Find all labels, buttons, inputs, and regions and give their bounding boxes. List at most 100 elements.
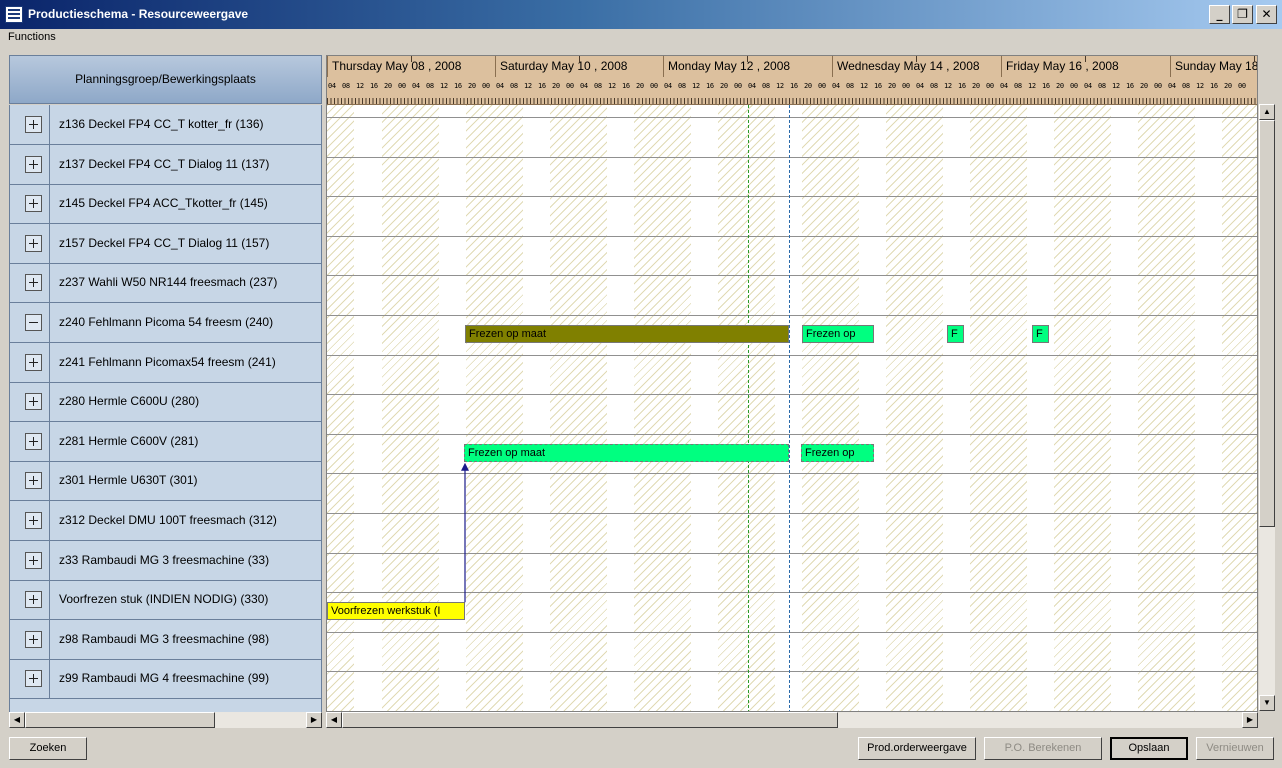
menu-functions[interactable]: Functions — [8, 31, 56, 43]
list-item[interactable]: z137 Deckel FP4 CC_T Dialog 11 (137) — [10, 144, 321, 185]
resource-label: z301 Hermle U630T (301) — [59, 473, 198, 488]
expander-cell — [10, 461, 50, 501]
close-button[interactable]: ✕ — [1256, 5, 1277, 24]
hour-label: 04 — [328, 82, 336, 90]
vertical-scrollbar[interactable]: ▲ ▼ — [1259, 104, 1275, 711]
expand-icon[interactable] — [25, 155, 42, 173]
gantt-body: Frezen op maat Frezen op F F Frezen op maat F… — [327, 105, 1257, 711]
expander-cell — [10, 501, 50, 540]
resource-label: z98 Rambaudi MG 3 freesmachine (98) — [59, 631, 270, 646]
list-item[interactable]: z157 Deckel FP4 CC_T Dialog 11 (157) — [10, 223, 321, 264]
scroll-left-icon[interactable]: ◀ — [326, 712, 342, 728]
expand-icon[interactable] — [25, 234, 42, 252]
day-label: Friday May 16 , 2008 — [1001, 56, 1119, 77]
left-scroll-thumb[interactable] — [25, 712, 215, 728]
list-item[interactable]: z280 Hermle C600U (280) — [10, 382, 321, 423]
resource-label: Voorfrezen stuk (INDIEN NODIG) (330) — [59, 592, 269, 607]
resource-label: z281 Hermle C600V (281) — [59, 433, 199, 448]
vernieuwen-button[interactable]: Vernieuwen — [1196, 737, 1274, 760]
expand-icon[interactable] — [25, 274, 42, 292]
minimize-button[interactable]: _ — [1209, 5, 1230, 24]
list-item[interactable]: z237 Wahli W50 NR144 freesmach (237) — [10, 263, 321, 304]
po-berekenen-button[interactable]: P.O. Berekenen — [984, 737, 1102, 760]
hour-label: 08 — [762, 82, 770, 90]
list-item[interactable]: Voorfrezen stuk (INDIEN NODIG) (330) — [10, 580, 321, 621]
resource-label: z280 Hermle C600U (280) — [59, 394, 200, 409]
expand-icon[interactable] — [25, 195, 42, 213]
expand-icon[interactable] — [25, 551, 42, 569]
hour-label: 16 — [370, 82, 378, 90]
scroll-right-icon[interactable]: ▶ — [306, 712, 322, 728]
list-item[interactable]: z98 Rambaudi MG 3 freesmachine (98) — [10, 619, 321, 660]
day-midpoint-tick — [1085, 56, 1086, 62]
resource-label: z312 Deckel DMU 100T freesmach (312) — [59, 513, 277, 527]
hour-label: 08 — [426, 82, 434, 90]
expand-icon[interactable] — [25, 432, 42, 450]
hour-label: 20 — [384, 82, 392, 90]
list-item[interactable]: z99 Rambaudi MG 4 freesmachine (99) — [10, 659, 321, 700]
hour-label: 12 — [692, 82, 700, 90]
list-item[interactable]: z312 Deckel DMU 100T freesmach (312) — [10, 501, 321, 541]
expand-icon[interactable] — [25, 116, 42, 133]
zoeken-button[interactable]: Zoeken — [9, 737, 87, 760]
hour-label: 16 — [1042, 82, 1050, 90]
list-item[interactable]: z240 Fehlmann Picoma 54 freesm (240) — [10, 303, 321, 343]
day-midpoint-tick — [411, 56, 412, 62]
expand-icon[interactable] — [25, 353, 42, 371]
expand-icon[interactable] — [25, 630, 42, 648]
resource-label: z237 Wahli W50 NR144 freesmach (237) — [59, 275, 278, 290]
gantt-scroll-thumb[interactable] — [342, 712, 838, 728]
day-midpoint-tick — [916, 56, 917, 62]
expander-cell — [10, 105, 50, 144]
expand-icon[interactable] — [25, 472, 42, 490]
hour-label: 12 — [1196, 82, 1204, 90]
hour-label: 04 — [580, 82, 588, 90]
scroll-right-icon[interactable]: ▶ — [1242, 712, 1258, 728]
hour-label: 16 — [706, 82, 714, 90]
menu-bar: Functions — [0, 29, 1282, 47]
hour-label: 04 — [748, 82, 756, 90]
prod-orderweergave-button[interactable]: Prod.orderweergave — [858, 737, 976, 760]
expand-icon[interactable] — [25, 670, 42, 688]
hour-label: 04 — [1168, 82, 1176, 90]
hour-label: 00 — [566, 82, 574, 90]
scroll-down-icon[interactable]: ▼ — [1259, 695, 1275, 711]
gantt-horizontal-scrollbar[interactable]: ◀ ▶ — [326, 712, 1258, 728]
hour-label: 20 — [1056, 82, 1064, 90]
day-label: Sunday May 18 — [1170, 56, 1257, 77]
hour-label: 08 — [1098, 82, 1106, 90]
scroll-left-icon[interactable]: ◀ — [9, 712, 25, 728]
list-item[interactable]: z241 Fehlmann Picomax54 freesm (241) — [10, 342, 321, 383]
day-header: Thursday May 08 , 2008 Saturday May 10 , … — [327, 56, 1257, 77]
list-item[interactable]: z145 Deckel FP4 ACC_Tkotter_fr (145) — [10, 184, 321, 225]
hour-label: 00 — [1154, 82, 1162, 90]
list-item[interactable]: z136 Deckel FP4 CC_T kotter_fr (136) — [10, 105, 321, 145]
expander-cell — [10, 382, 50, 422]
expand-icon[interactable] — [25, 512, 42, 529]
resource-list: z136 Deckel FP4 CC_T kotter_fr (136) z137… — [9, 105, 322, 712]
hour-label: 20 — [720, 82, 728, 90]
list-item[interactable]: z33 Rambaudi MG 3 freesmachine (33) — [10, 540, 321, 581]
expander-cell — [10, 540, 50, 580]
expand-icon[interactable] — [25, 393, 42, 411]
expand-icon[interactable] — [25, 591, 42, 609]
hour-label: 16 — [454, 82, 462, 90]
left-horizontal-scrollbar[interactable]: ◀ ▶ — [9, 712, 322, 728]
list-item[interactable]: z281 Hermle C600V (281) — [10, 421, 321, 462]
collapse-icon[interactable] — [25, 314, 42, 331]
expander-cell — [10, 619, 50, 659]
hour-label: 04 — [1000, 82, 1008, 90]
list-item[interactable]: z301 Hermle U630T (301) — [10, 461, 321, 502]
hour-label: 20 — [552, 82, 560, 90]
hour-header: 04 08 12 16 20 00 04 08 12 16 20 00 04 08 12 16 20 00 04 08… — [327, 77, 1257, 105]
resource-label: z145 Deckel FP4 ACC_Tkotter_fr (145) — [59, 196, 268, 211]
day-midpoint-tick — [747, 56, 748, 62]
hour-label: 20 — [888, 82, 896, 90]
expander-cell — [10, 421, 50, 461]
opslaan-button[interactable]: Opslaan — [1110, 737, 1188, 760]
vertical-scroll-thumb[interactable] — [1259, 120, 1275, 527]
restore-button[interactable]: ❐ — [1232, 5, 1253, 24]
scroll-up-icon[interactable]: ▲ — [1259, 104, 1275, 120]
expander-cell — [10, 223, 50, 263]
resource-label: z157 Deckel FP4 CC_T Dialog 11 (157) — [59, 235, 270, 250]
